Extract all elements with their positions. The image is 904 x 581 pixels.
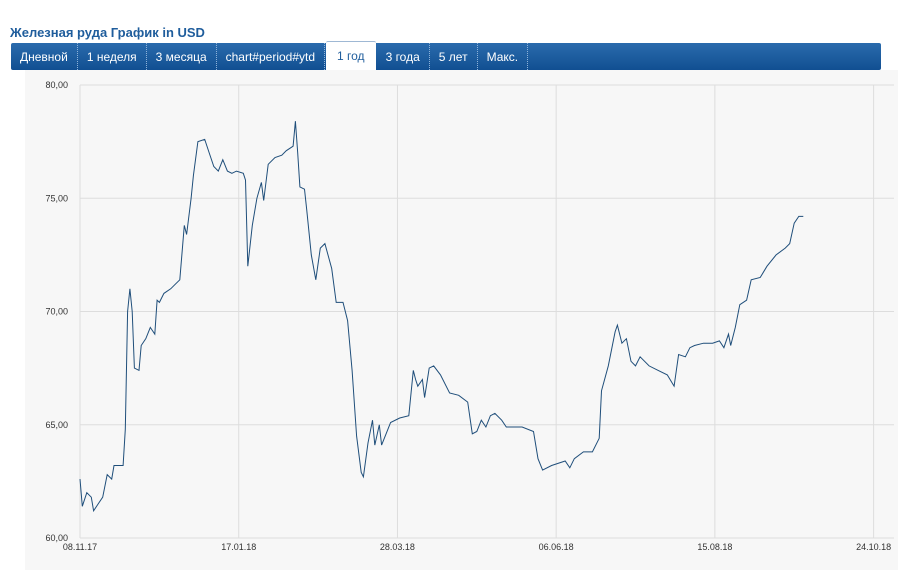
tab-6[interactable]: 5 лет [430, 43, 478, 70]
x-tick-label: 15.08.18 [697, 542, 732, 552]
tab-7[interactable]: Макс. [478, 43, 529, 70]
x-tick-label: 28.03.18 [380, 542, 415, 552]
tab-0[interactable]: Дневной [11, 43, 78, 70]
tab-4[interactable]: 1 год [326, 41, 376, 70]
x-tick-label: 24.10.18 [856, 542, 891, 552]
price-chart: 60,0065,0070,0075,0080,00 08.11.17 17.01.… [25, 70, 898, 570]
y-tick-label: 70,00 [45, 307, 68, 317]
page-title: Железная руда График in USD [10, 25, 205, 40]
x-tick-label: 17.01.18 [221, 542, 256, 552]
tab-3[interactable]: chart#period#ytd [217, 43, 326, 70]
y-tick-label: 80,00 [45, 80, 68, 90]
tab-5[interactable]: 3 года [377, 43, 430, 70]
y-tick-label: 75,00 [45, 193, 68, 203]
y-tick-label: 65,00 [45, 420, 68, 430]
x-tick-label: 06.06.18 [539, 542, 574, 552]
tab-1[interactable]: 1 неделя [78, 43, 147, 70]
period-tab-bar: Дневной 1 неделя 3 месяца chart#period#ytd 1… [11, 41, 881, 70]
x-tick-label: 08.11.17 [63, 542, 97, 552]
tab-2[interactable]: 3 месяца [147, 43, 217, 70]
